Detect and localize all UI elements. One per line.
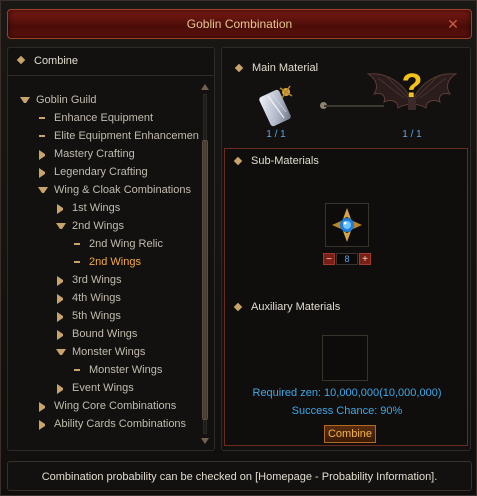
success-chance: Success Chance: 90% <box>291 405 403 417</box>
probability-notice: Combination probability can be checked o… <box>41 471 438 483</box>
sub-materials-header: Sub-Materials <box>233 155 319 167</box>
scroll-up-arrow-icon[interactable] <box>201 84 209 90</box>
increase-button[interactable]: + <box>359 253 371 265</box>
auxiliary-materials-header: Auxiliary Materials <box>233 301 340 313</box>
expand-arrow-icon <box>56 349 66 359</box>
scroll-thumb[interactable] <box>202 140 208 420</box>
main-material-section: Main Material 1 / 1 ? 1 / 1 <box>224 52 468 140</box>
dash-icon <box>39 135 45 137</box>
dark-wings-icon: ? <box>366 67 458 110</box>
sub-material-slot[interactable] <box>325 203 369 247</box>
decrease-button[interactable]: − <box>323 253 335 265</box>
collapse-arrow-icon <box>57 330 67 340</box>
diamond-icon <box>233 302 243 312</box>
collapse-arrow-icon <box>39 168 49 178</box>
collapse-arrow-icon <box>57 384 67 394</box>
jewel-of-chaos-icon <box>332 208 362 242</box>
collapse-arrow-icon <box>57 276 67 286</box>
feather-scroll-icon <box>259 85 293 127</box>
dash-icon <box>74 243 80 245</box>
close-icon[interactable]: ✕ <box>445 16 461 32</box>
combination-panel: Main Material 1 / 1 ? 1 / 1 Sub-Material… <box>221 47 471 451</box>
goblin-combination-window: Goblin Combination ✕ Combine Goblin Guil… <box>0 0 477 496</box>
collapse-arrow-icon <box>57 294 67 304</box>
expand-arrow-icon <box>20 97 30 107</box>
scroll-down-arrow-icon[interactable] <box>201 438 209 444</box>
combine-header-label: Combine <box>34 55 79 67</box>
main-material-count: 1 / 1 <box>266 129 286 140</box>
title-bar: Goblin Combination ✕ <box>7 9 472 39</box>
quantity-value[interactable]: 8 <box>336 253 358 265</box>
sub-materials-panel: Sub-Materials − 8 + Auxiliary Materials … <box>224 148 468 446</box>
collapse-arrow-icon <box>57 204 67 214</box>
auxiliary-material-slot[interactable] <box>322 335 368 381</box>
diamond-icon <box>234 63 244 73</box>
diamond-icon <box>233 156 243 166</box>
window-title: Goblin Combination <box>186 17 293 31</box>
footer-notice: Combination probability can be checked o… <box>7 461 472 491</box>
result-count: 1 / 1 <box>402 129 422 140</box>
collapse-arrow-icon <box>39 420 49 430</box>
collapse-arrow-icon <box>57 312 67 322</box>
dash-icon <box>74 261 80 263</box>
required-zen: Required zen: 10,000,000(10,000,000) <box>252 387 442 399</box>
quantity-stepper: − 8 + <box>323 253 371 265</box>
unknown-result-question: ? <box>402 67 423 105</box>
expand-arrow-icon <box>38 187 48 197</box>
dash-icon <box>39 117 45 119</box>
diamond-icon <box>16 55 26 65</box>
combine-button[interactable]: Combine <box>324 425 376 443</box>
main-material-header: Main Material <box>234 62 318 74</box>
expand-arrow-icon <box>56 223 66 233</box>
dash-icon <box>74 369 80 371</box>
result-slot[interactable]: ? <box>364 62 460 132</box>
collapse-arrow-icon <box>39 150 49 160</box>
combine-header: Combine <box>8 48 214 76</box>
tree-scrollbar[interactable] <box>200 84 210 444</box>
collapse-arrow-icon <box>39 402 49 412</box>
main-material-slot[interactable] <box>254 82 300 132</box>
combine-tree-panel: Combine Goblin Guild Enhance Equipment E… <box>7 47 215 451</box>
